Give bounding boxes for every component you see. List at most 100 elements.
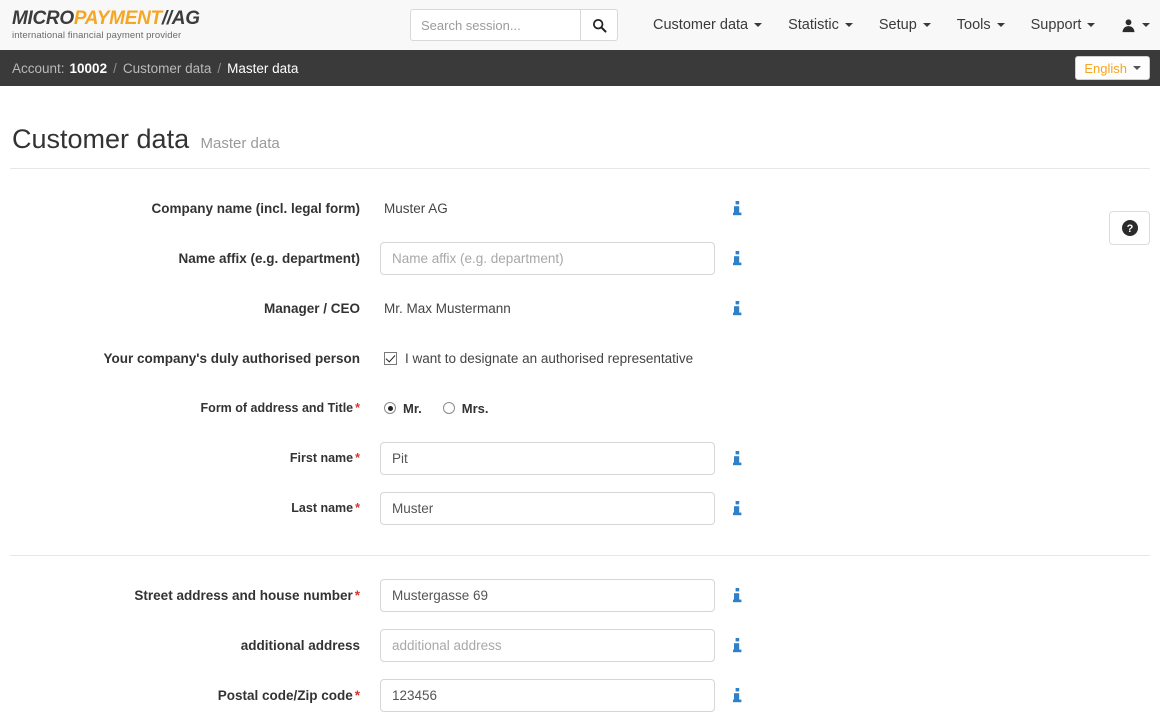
label-authorised-person: Your company's duly authorised person <box>103 350 360 366</box>
form-row-first-name: First name * <box>0 433 1160 483</box>
chevron-down-icon <box>754 23 763 27</box>
form-row-additional-address: additional address <box>0 620 1160 670</box>
info-icon[interactable] <box>729 587 745 603</box>
info-icon[interactable] <box>729 300 745 316</box>
info-icon[interactable] <box>729 200 745 216</box>
radio-mrs[interactable] <box>442 402 455 414</box>
search-icon <box>592 18 607 33</box>
form-row-postal-code: Postal code/Zip code * <box>0 670 1160 720</box>
form-row-company-name: Company name (incl. legal form) Muster A… <box>0 183 1160 233</box>
control-name-affix <box>380 241 715 275</box>
input-name-affix[interactable] <box>380 241 715 275</box>
form-row-form-of-address: Form of address and Title * Mr. Mrs. <box>0 383 1160 433</box>
label-form-of-address: Form of address and Title * <box>0 401 380 415</box>
form-section-address: Street address and house number* additio… <box>0 556 1160 720</box>
breadcrumb-link-customer-data[interactable]: Customer data <box>123 61 212 76</box>
required-asterisk: * <box>355 501 360 515</box>
required-asterisk: * <box>355 401 360 415</box>
chevron-down-icon <box>1087 23 1096 27</box>
info-icon[interactable] <box>729 250 745 266</box>
breadcrumb-separator: / <box>113 60 117 76</box>
value-manager-ceo: Mr. Max Mustermann <box>384 300 511 316</box>
nav-item-customer-data[interactable]: Customer data <box>640 17 775 33</box>
search-input[interactable] <box>410 9 580 41</box>
info-icon[interactable] <box>729 450 745 466</box>
label-text: Postal code/Zip code <box>217 687 353 703</box>
nav-item-support[interactable]: Support <box>1018 17 1109 33</box>
page-title: Customer data <box>12 124 190 154</box>
nav-item-statistic[interactable]: Statistic <box>775 17 866 33</box>
chevron-down-icon <box>1142 23 1151 27</box>
logo-tagline: international financial payment provider <box>12 30 182 42</box>
info-i-glyph <box>732 587 741 602</box>
search-button[interactable] <box>580 9 618 41</box>
info-i-glyph <box>732 637 741 652</box>
control-authorised-person: I want to designate an authorised repres… <box>380 351 693 366</box>
chevron-down-icon <box>922 23 931 27</box>
chevron-down-icon <box>844 23 853 27</box>
label-last-name: Last name * <box>0 501 380 515</box>
required-asterisk: * <box>354 587 360 603</box>
form-row-name-affix: Name affix (e.g. department) <box>0 233 1160 283</box>
language-label: English <box>1084 60 1127 76</box>
label-street-address: Street address and house number * <box>0 588 380 603</box>
info-icon[interactable] <box>729 637 745 653</box>
label-text: First name <box>289 451 354 465</box>
info-i-glyph <box>732 450 741 465</box>
label-postal-code: Postal code/Zip code * <box>0 688 380 703</box>
logo-slash: // <box>161 8 172 30</box>
language-selector[interactable]: English <box>1075 56 1150 80</box>
site-logo[interactable]: MICROPAYMENT//AG international financial… <box>0 9 200 41</box>
control-form-of-address: Mr. Mrs. <box>380 401 715 416</box>
label-additional-address: additional address <box>240 637 360 653</box>
help-button[interactable]: ? <box>1109 211 1150 245</box>
nav-item-user-menu[interactable] <box>1108 18 1160 33</box>
breadcrumb-current-master-data: Master data <box>227 60 299 76</box>
input-postal-code[interactable] <box>380 678 715 712</box>
control-last-name <box>380 491 715 525</box>
breadcrumb-separator: / <box>217 60 222 76</box>
info-i-glyph <box>732 300 741 315</box>
input-first-name[interactable] <box>380 441 715 475</box>
label-company-name: Company name (incl. legal form) <box>151 200 360 216</box>
label-text: Last name <box>291 501 354 515</box>
nav-item-tools[interactable]: Tools <box>944 17 1018 33</box>
checkbox-label: I want to designate an authorised repres… <box>405 350 694 366</box>
label-name-affix: Name affix (e.g. department) <box>178 250 360 266</box>
form-row-last-name: Last name * <box>0 483 1160 533</box>
breadcrumb-account-number: 10002 <box>69 60 108 76</box>
info-icon[interactable] <box>729 687 745 703</box>
chevron-down-icon <box>996 23 1005 27</box>
logo-text: MICROPAYMENT//AG <box>12 9 200 28</box>
logo-part-ag: AG <box>171 8 200 30</box>
logo-part-payment: PAYMENT <box>73 8 162 30</box>
input-last-name[interactable] <box>380 491 715 525</box>
nav-label: Statistic <box>788 17 839 33</box>
input-additional-address[interactable] <box>380 628 715 662</box>
nav-label: Customer data <box>653 17 749 33</box>
control-street-address <box>380 578 715 612</box>
radio-group-form-of-address: Mr. Mrs. <box>380 401 503 416</box>
input-street-address[interactable] <box>380 578 715 612</box>
radio-mr[interactable] <box>384 402 396 414</box>
radio-label-mrs: Mrs. <box>461 400 489 416</box>
breadcrumb-account-label: Account: <box>12 60 65 76</box>
user-icon <box>1122 18 1135 32</box>
search-box <box>410 9 618 41</box>
checkbox-authorised-representative[interactable]: I want to designate an authorised repres… <box>380 351 693 366</box>
label-first-name: First name * <box>0 451 380 465</box>
required-asterisk: * <box>354 687 360 703</box>
logo-part-micro: MICRO <box>12 8 74 30</box>
label-manager-ceo: Manager / CEO <box>263 300 360 316</box>
required-asterisk: * <box>355 451 360 465</box>
nav-label: Support <box>1030 17 1082 33</box>
nav-label: Setup <box>878 17 917 33</box>
info-icon[interactable] <box>729 500 745 516</box>
info-i-glyph <box>732 687 741 702</box>
page-header: Customer data Master data ? <box>0 86 1160 245</box>
control-manager-ceo: Mr. Max Mustermann <box>380 301 715 316</box>
form-row-authorised-person: Your company's duly authorised person I … <box>0 333 1160 383</box>
checkbox-box[interactable] <box>384 351 397 365</box>
nav-item-setup[interactable]: Setup <box>866 17 944 33</box>
control-company-name: Muster AG <box>380 201 715 216</box>
